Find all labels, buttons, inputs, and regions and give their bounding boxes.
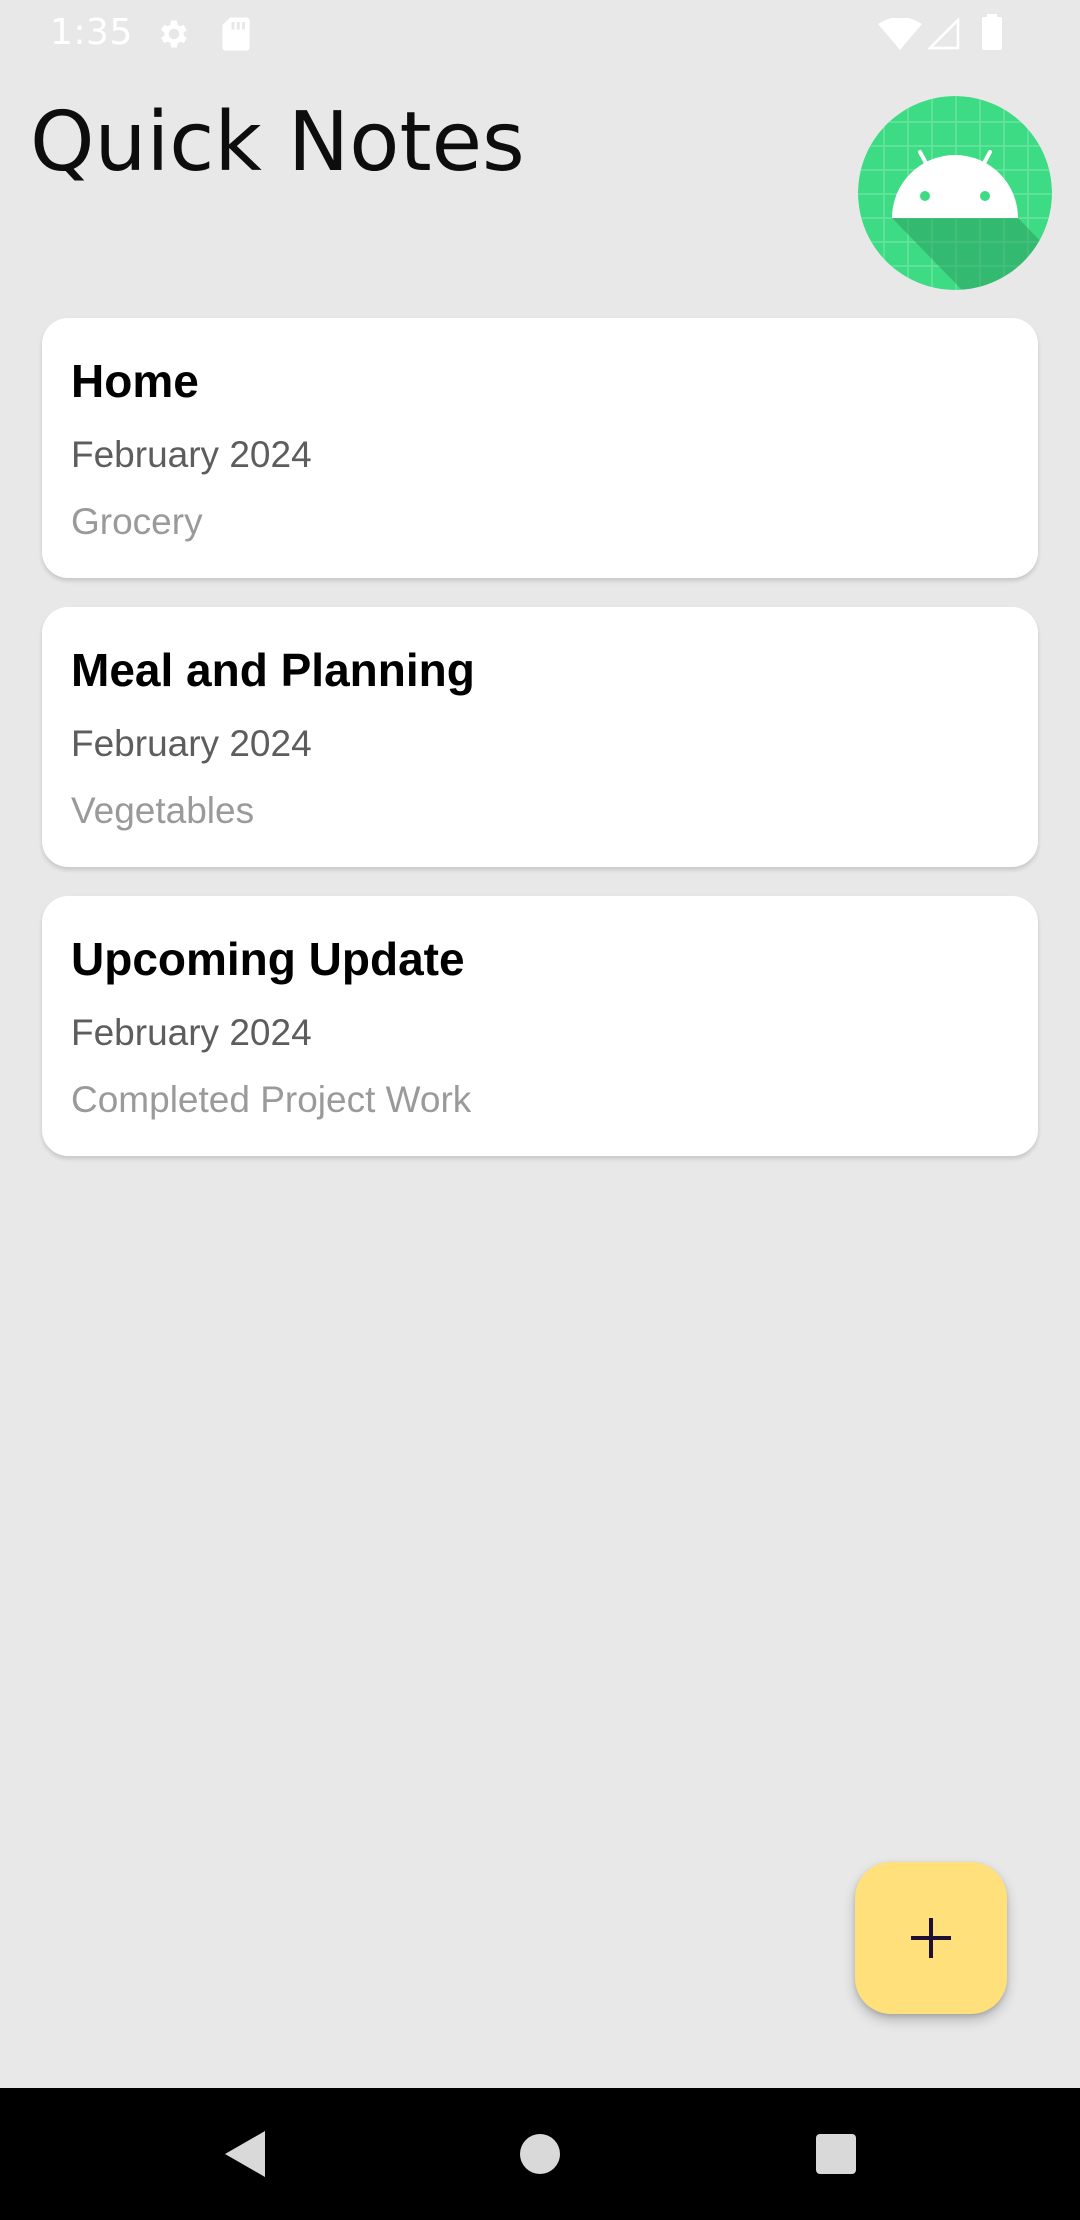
status-bar: 1:35 [0, 0, 1080, 68]
android-logo-icon [858, 96, 1052, 290]
system-nav-bar [0, 2088, 1080, 2220]
status-time: 1:35 [50, 12, 133, 53]
note-title: Upcoming Update [71, 933, 465, 985]
plus-icon [911, 1918, 951, 1958]
note-description: Vegetables [71, 790, 255, 831]
settings-icon [156, 16, 192, 57]
cell-signal-icon [926, 16, 960, 55]
nav-back-button[interactable] [208, 2118, 280, 2190]
page-title: Quick Notes [30, 95, 525, 190]
note-description: Grocery [71, 501, 203, 542]
note-date: February 2024 [71, 434, 312, 475]
note-title: Home [71, 355, 199, 407]
home-icon [520, 2134, 560, 2174]
nav-recents-button[interactable] [800, 2118, 872, 2190]
notes-list: Home February 2024 Grocery Meal and Plan… [42, 318, 1038, 1185]
note-description: Completed Project Work [71, 1079, 472, 1120]
battery-icon [980, 14, 1004, 55]
nav-home-button[interactable] [504, 2118, 576, 2190]
back-icon [225, 2131, 265, 2177]
add-note-button[interactable] [855, 1862, 1007, 2014]
note-card[interactable]: Upcoming Update February 2024 Completed … [42, 896, 1038, 1156]
note-date: February 2024 [71, 1012, 312, 1053]
wifi-icon [878, 17, 922, 55]
sd-card-icon [220, 16, 252, 57]
note-card[interactable]: Meal and Planning February 2024 Vegetabl… [42, 607, 1038, 867]
avatar[interactable] [858, 96, 1052, 290]
note-date: February 2024 [71, 723, 312, 764]
recents-icon [816, 2134, 856, 2174]
note-title: Meal and Planning [71, 644, 475, 696]
note-card[interactable]: Home February 2024 Grocery [42, 318, 1038, 578]
